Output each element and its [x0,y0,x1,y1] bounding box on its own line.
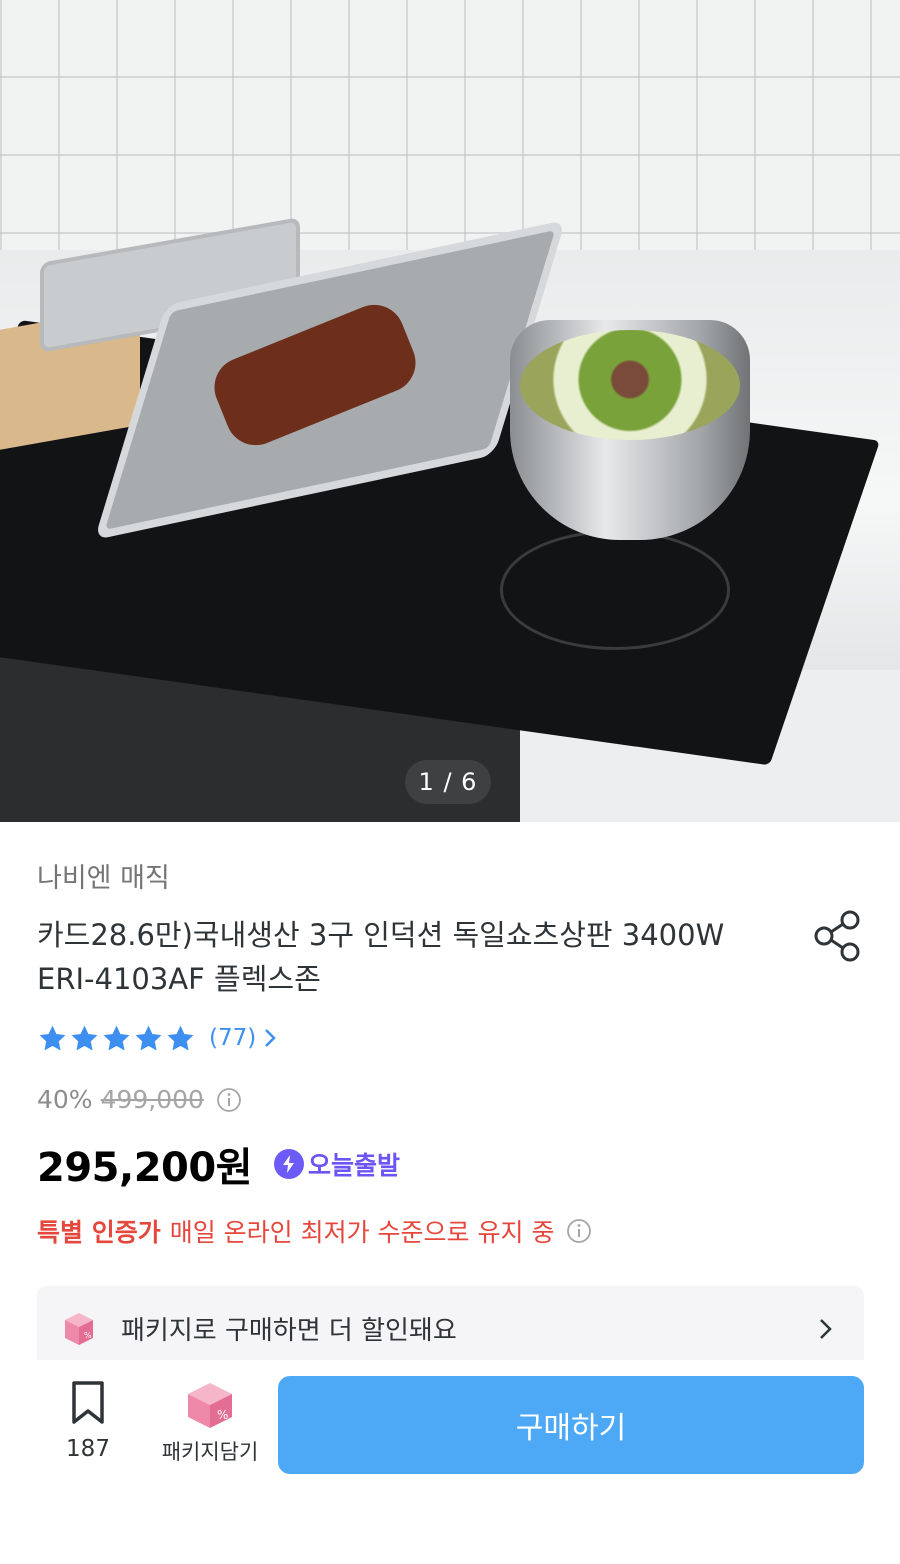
sale-price: 295,200원 [37,1145,253,1191]
bookmark-button[interactable]: 187 [48,1380,128,1476]
package-box-icon: % [188,1383,232,1428]
shipping-badge: 오늘출발 [274,1146,400,1182]
svg-text:%: % [217,1408,228,1422]
rating-row[interactable]: (77) [37,1020,278,1056]
package-box-icon: % [65,1313,93,1345]
info-icon[interactable] [566,1218,592,1244]
package-banner-text: 패키지로 구매하면 더 할인돼요 [121,1316,457,1346]
discount-row: 40% 499,000 [37,1085,242,1114]
svg-text:%: % [84,1331,92,1340]
star-icon [135,1025,162,1050]
bookmark-count: 187 [66,1436,110,1462]
lightning-icon [274,1149,304,1179]
chevron-right-icon [265,1029,276,1047]
burner-ring [500,530,730,650]
review-count[interactable]: (77) [209,1025,256,1051]
product-title: 카드28.6만)국내생산 3구 인덕션 독일쇼츠상판 3400W ERI-410… [37,918,725,996]
add-to-package-button[interactable]: % 패키지담기 [150,1380,270,1476]
chevron-right-icon [820,1319,832,1339]
buy-button[interactable]: 구매하기 [278,1376,864,1474]
certified-price-row: 특별 인증가 매일 온라인 최저가 수준으로 유지 중 [37,1213,592,1249]
star-icon [103,1025,130,1050]
brand-name[interactable]: 나비엔 매직 [37,856,170,895]
cert-text: 매일 온라인 최저가 수준으로 유지 중 [169,1218,555,1247]
product-image[interactable]: 1 / 6 [0,0,900,822]
original-price: 499,000 [100,1085,204,1114]
bottom-action-bar: 187 % 패키지담기 구매하기 [0,1360,900,1564]
image-pager: 1 / 6 [405,760,491,804]
cert-title: 특별 인증가 [37,1218,161,1247]
add-to-package-label: 패키지담기 [161,1440,259,1464]
shipping-badge-label: 오늘출발 [308,1151,401,1180]
info-icon[interactable] [216,1087,242,1113]
pot-food [520,330,740,440]
share-icon[interactable] [808,906,868,966]
star-icon [71,1025,98,1050]
price-row: 295,200원 오늘출발 [37,1135,400,1193]
discount-rate: 40% [37,1085,93,1114]
star-icon [39,1025,66,1050]
star-icon [167,1025,194,1050]
bookmark-icon [72,1381,104,1424]
